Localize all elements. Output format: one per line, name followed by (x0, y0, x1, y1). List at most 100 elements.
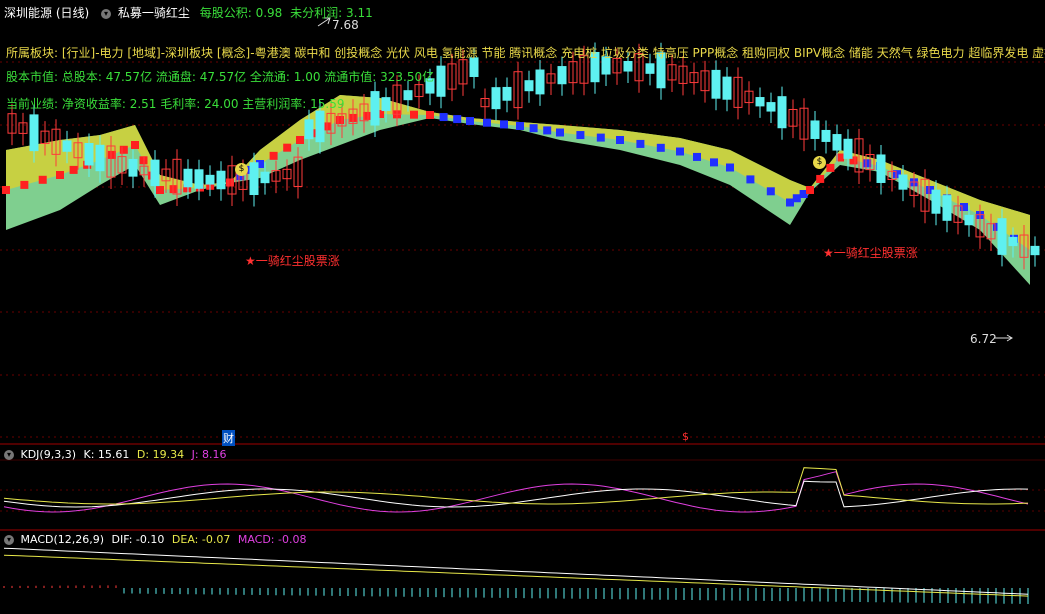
trend-marker (726, 163, 734, 172)
stock-chart-window: 深圳能源 (日线) ▾ 私募一骑红尘 每股公积: 0.98 未分利润: 3.11… (0, 0, 1045, 614)
kdj-k: K: 15.61 (83, 448, 130, 461)
period-label[interactable]: (日线) (56, 6, 89, 20)
candle-body (150, 159, 160, 187)
candle-body (128, 158, 138, 177)
candle-body (183, 168, 193, 188)
trend-marker (283, 143, 292, 152)
candle-body (766, 102, 776, 112)
trend-marker (466, 117, 474, 125)
money-bag-icon: $ (813, 156, 826, 169)
trend-marker (766, 187, 775, 196)
stock-name[interactable]: 深圳能源 (4, 6, 52, 20)
candle-body (832, 134, 842, 151)
indicator-name[interactable]: 私募一骑红尘 (118, 6, 190, 20)
trend-marker (710, 158, 718, 167)
trend-marker (676, 147, 684, 156)
candle-body (711, 69, 721, 99)
trend-marker (516, 122, 524, 130)
chart-canvas[interactable] (0, 0, 1045, 614)
dropdown-icon[interactable]: ▾ (4, 535, 14, 545)
kdj-j: J: 8.16 (191, 448, 227, 461)
trend-marker (960, 203, 968, 211)
trend-marker (556, 128, 564, 137)
macd-dea: DEA: -0.07 (171, 533, 231, 546)
candle-body (997, 218, 1007, 255)
candle-body (898, 174, 908, 190)
candle-body (381, 97, 391, 112)
candle-body (84, 142, 94, 166)
trend-marker (806, 186, 814, 194)
trend-marker (56, 171, 64, 179)
candle-body (810, 120, 820, 139)
trend-marker (500, 120, 508, 129)
trend-marker (20, 180, 29, 189)
kdj-d: D: 19.34 (136, 448, 185, 461)
low-price-label: 6.72 (970, 332, 997, 346)
trend-marker (826, 163, 835, 172)
dollar-mark[interactable]: $ (682, 430, 689, 443)
macd-dif-line (3, 547, 1029, 595)
trend-marker (336, 116, 344, 124)
macd-dif: DIF: -0.10 (111, 533, 165, 546)
candle-body (1008, 236, 1018, 247)
candle-body (502, 86, 512, 101)
trend-marker (349, 113, 358, 122)
candle-body (1030, 245, 1040, 256)
candle-body (205, 174, 215, 185)
candle-body (623, 60, 633, 72)
candle-body (469, 57, 479, 77)
trend-marker (169, 185, 178, 194)
trend-marker (656, 143, 665, 152)
trend-marker (529, 124, 538, 133)
sector-line: 所属板块: [行业]-电力 [地域]-深圳板块 [概念]-粤港澳 碳中和 创投概… (6, 46, 1045, 60)
trend-marker (453, 115, 462, 124)
trend-marker (38, 175, 47, 184)
trend-marker (226, 178, 234, 187)
candle-body (755, 97, 765, 107)
candle-body (876, 154, 886, 183)
high-price-label: 7.68 (332, 18, 359, 32)
macd-name[interactable]: MACD(12,26,9) (21, 533, 105, 546)
candle-body (645, 63, 655, 74)
kdj-d-line (3, 467, 1029, 505)
trend-marker (483, 118, 491, 127)
dropdown-icon[interactable]: ▾ (4, 450, 14, 460)
candle-body (722, 76, 732, 100)
candle-body (535, 69, 545, 95)
trend-marker (693, 152, 701, 161)
trend-marker (426, 111, 434, 119)
macd-header: ▾ MACD(12,26,9) DIF: -0.10 DEA: -0.07 MA… (4, 533, 306, 546)
signal-label-1: ★一骑红尘股票涨 (245, 254, 340, 268)
candle-body (315, 110, 325, 143)
eps-value: 0.98 (255, 6, 283, 20)
candle-body (95, 144, 105, 172)
candle-body (843, 138, 853, 159)
candle-body (304, 119, 314, 140)
finance-mark[interactable]: 财 (222, 430, 235, 446)
candle-body (370, 91, 380, 126)
trend-marker (636, 139, 645, 148)
candle-body (260, 171, 270, 184)
trend-marker (816, 174, 825, 183)
trend-marker (131, 141, 139, 149)
trend-marker (69, 165, 78, 174)
macd-value: MACD: -0.08 (237, 533, 307, 546)
trend-marker (410, 110, 418, 119)
kdj-name[interactable]: KDJ(9,3,3) (21, 448, 77, 461)
trend-marker (119, 145, 128, 154)
candle-body (62, 140, 72, 152)
candle-body (216, 170, 226, 190)
candle-body (931, 189, 941, 214)
macd-lines (3, 547, 1029, 604)
trend-marker (543, 126, 552, 135)
dropdown-icon[interactable]: ▾ (101, 8, 112, 19)
signal-label-2: ★一骑红尘股票涨 (823, 246, 918, 260)
chart-header: 深圳能源 (日线) ▾ 私募一骑红尘 每股公积: 0.98 未分利润: 3.11 (4, 4, 373, 21)
trend-marker (156, 186, 164, 194)
kdj-header: ▾ KDJ(9,3,3) K: 15.61 D: 19.34 J: 8.16 (4, 448, 227, 461)
trend-marker (596, 133, 605, 142)
candle-body (29, 114, 39, 152)
performance-line: 当前业绩: 净资收益率: 2.51 毛利率: 24.00 主营利润率: 15.5… (6, 97, 345, 111)
candle-body (249, 162, 259, 196)
kdj-j-line (3, 471, 1029, 513)
